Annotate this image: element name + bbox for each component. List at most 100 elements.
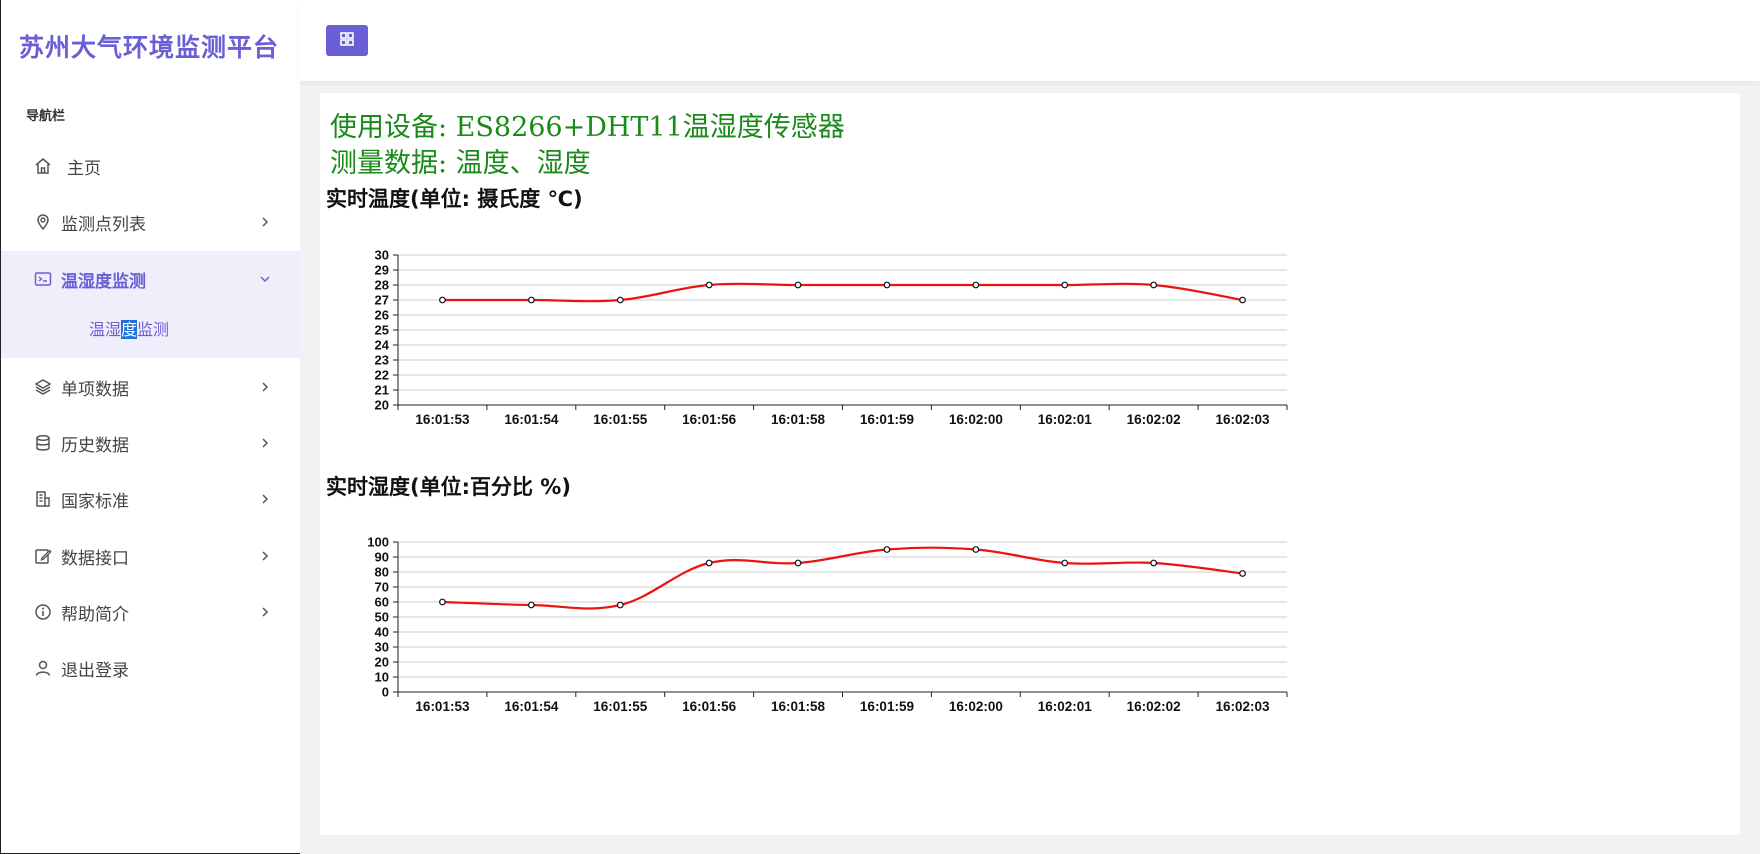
data-point (1239, 296, 1246, 304)
data-point (616, 296, 624, 304)
y-tick-label: 40 (375, 625, 389, 640)
x-tick-label: 16:02:03 (1216, 412, 1271, 427)
sidebar-item-monitoring-points[interactable]: 监测点列表 (1, 202, 301, 242)
sidebar-item-data-interface[interactable]: 数据接口 (1, 536, 301, 576)
location-pin-icon (33, 212, 53, 232)
sidebar-item-label: 单项数据 (61, 379, 129, 400)
chevron-right-icon (258, 215, 272, 229)
sidebar-item-help[interactable]: 帮助简介 (1, 592, 301, 632)
temperature-chart-title: 实时温度(单位: 摄氏度 ℃) (326, 187, 583, 211)
x-tick-label: 16:01:54 (504, 699, 559, 714)
chevron-right-icon (258, 380, 272, 394)
sidebar-item-label: 帮助简介 (61, 604, 129, 625)
chevron-down-icon (258, 272, 272, 286)
app-title: 苏州大气环境监测平台 (19, 33, 280, 62)
y-tick-label: 21 (375, 383, 389, 398)
y-tick-label: 25 (375, 323, 389, 338)
data-point (794, 281, 802, 289)
data-point (705, 559, 713, 567)
home-icon (33, 156, 53, 176)
x-tick-label: 16:02:00 (949, 412, 1003, 427)
sidebar-item-single-data[interactable]: 单项数据 (1, 367, 301, 407)
x-tick-label: 16:01:59 (860, 699, 914, 714)
sidebar-item-label: 退出登录 (61, 660, 129, 681)
menu-toggle-button[interactable] (326, 25, 368, 56)
y-tick-label: 20 (375, 655, 389, 670)
y-tick-label: 70 (375, 580, 389, 595)
sidebar-item-label: 国家标准 (61, 491, 129, 512)
x-tick-label: 16:01:55 (593, 699, 648, 714)
data-point (439, 296, 446, 304)
x-tick-label: 16:01:53 (415, 699, 470, 714)
data-point (1061, 281, 1069, 289)
data-point (972, 546, 980, 553)
y-tick-label: 22 (375, 368, 389, 383)
sidebar-item-label: 历史数据 (61, 435, 129, 456)
device-info: 使用设备: ES8266+DHT11温湿度传感器 (330, 112, 845, 143)
y-tick-label: 20 (375, 398, 389, 413)
data-point (1239, 570, 1246, 577)
data-point (616, 601, 624, 609)
x-tick-label: 16:01:55 (593, 412, 648, 427)
measure-info: 测量数据: 温度、湿度 (330, 148, 591, 179)
y-tick-label: 0 (382, 685, 389, 700)
y-tick-label: 100 (367, 535, 389, 550)
y-tick-label: 60 (375, 595, 389, 610)
data-point (1150, 559, 1158, 567)
series-line (442, 282, 1243, 303)
info-icon (33, 602, 53, 622)
main-content: 使用设备: ES8266+DHT11温湿度传感器 测量数据: 温度、湿度 实时温… (320, 93, 1740, 835)
x-tick-label: 16:01:58 (771, 412, 826, 427)
y-tick-label: 90 (375, 550, 389, 565)
layers-icon (33, 377, 53, 397)
chart-grid (393, 254, 1287, 406)
y-tick-label: 26 (375, 308, 389, 323)
y-tick-label: 24 (375, 338, 390, 353)
temperature-chart: 2021222324252627282930 16:01:53 16:01:54 16… (375, 248, 1288, 427)
data-point (527, 601, 535, 609)
building-icon (33, 489, 53, 509)
data-point (1150, 281, 1158, 289)
database-icon (33, 433, 53, 453)
chevron-right-icon (258, 436, 272, 450)
y-tick-label: 29 (375, 263, 389, 278)
y-tick-label: 50 (375, 610, 389, 625)
sidebar-item-history-data[interactable]: 历史数据 (1, 423, 301, 463)
y-tick-label: 28 (375, 278, 389, 293)
sidebar-item-label: 监测点列表 (61, 214, 146, 235)
y-tick-label: 30 (375, 640, 389, 655)
x-tick-label: 16:01:56 (682, 412, 737, 427)
chevron-right-icon (258, 549, 272, 563)
edit-icon (33, 546, 53, 566)
grid-icon (339, 31, 355, 51)
user-icon (33, 658, 53, 678)
data-point (883, 281, 891, 289)
x-tick-label: 16:01:56 (682, 699, 737, 714)
x-tick-label: 16:02:02 (1127, 412, 1181, 427)
nav-caption: 导航栏 (26, 109, 66, 124)
x-tick-label: 16:02:01 (1038, 699, 1093, 714)
y-tick-label: 10 (375, 670, 389, 685)
humidity-chart-title: 实时湿度(单位:百分比 %) (326, 475, 571, 499)
data-point (439, 598, 446, 606)
y-tick-label: 80 (375, 565, 389, 580)
sidebar-item-home[interactable]: 主页 (1, 146, 301, 186)
data-point (794, 559, 802, 567)
sidebar-item-label: 数据接口 (61, 548, 129, 569)
sidebar-item-label: 主页 (67, 158, 101, 179)
x-tick-label: 16:02:01 (1038, 412, 1093, 427)
sidebar-item-logout[interactable]: 退出登录 (1, 648, 301, 688)
humidity-chart: 0102030405060708090100 16:01:53 16:01:54 16… (367, 535, 1288, 714)
sidebar-subitem-temp-humidity-monitor[interactable]: 温湿度监测 (89, 316, 169, 340)
sidebar-item-temp-humidity[interactable]: 温湿度监测 (1, 259, 301, 299)
data-point (705, 281, 713, 289)
data-point (883, 546, 891, 553)
x-tick-label: 16:01:58 (771, 699, 826, 714)
x-tick-label: 16:01:59 (860, 412, 914, 427)
subitem-text-selection: 度 (121, 320, 138, 339)
subitem-text-end: 监测 (137, 320, 170, 339)
x-tick-label: 16:01:54 (504, 412, 559, 427)
sidebar-item-national-standard[interactable]: 国家标准 (1, 479, 301, 519)
subitem-text-start: 温湿 (89, 320, 122, 339)
x-tick-label: 16:01:53 (415, 412, 470, 427)
